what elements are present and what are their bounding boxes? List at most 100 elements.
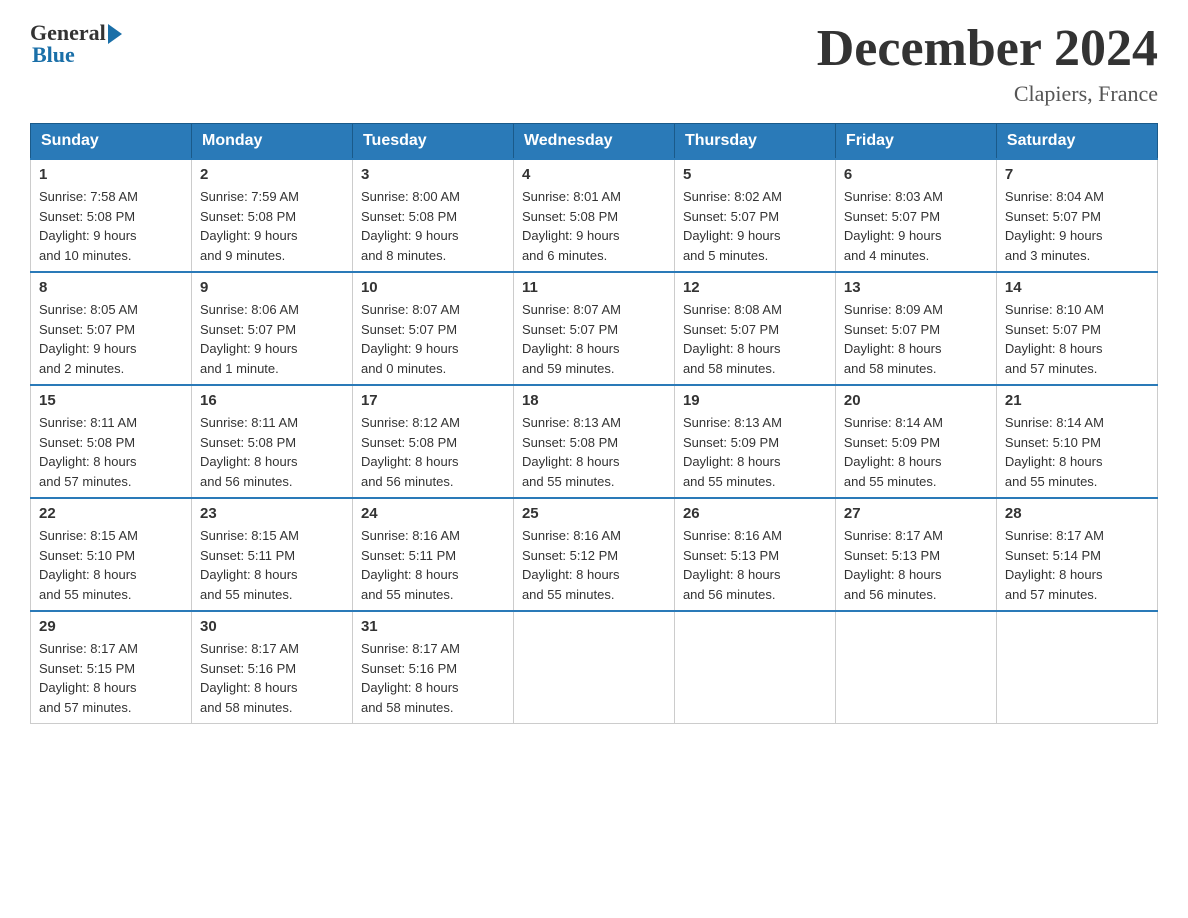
day-info: Sunrise: 8:04 AMSunset: 5:07 PMDaylight:…: [1005, 187, 1149, 265]
table-row: [674, 611, 835, 724]
day-number: 22: [39, 505, 183, 522]
day-info: Sunrise: 8:00 AMSunset: 5:08 PMDaylight:…: [361, 187, 505, 265]
day-number: 12: [683, 279, 827, 296]
calendar-week-row: 8 Sunrise: 8:05 AMSunset: 5:07 PMDaylight…: [31, 272, 1158, 385]
day-info: Sunrise: 8:15 AMSunset: 5:11 PMDaylight:…: [200, 526, 344, 604]
day-info: Sunrise: 8:05 AMSunset: 5:07 PMDaylight:…: [39, 300, 183, 378]
table-row: 24Sunrise: 8:16 AMSunset: 5:11 PMDayligh…: [352, 498, 513, 611]
table-row: 13 Sunrise: 8:09 AMSunset: 5:07 PMDayligh…: [835, 272, 996, 385]
day-info: Sunrise: 8:07 AMSunset: 5:07 PMDaylight:…: [361, 300, 505, 378]
day-number: 9: [200, 279, 344, 296]
day-info: Sunrise: 8:15 AMSunset: 5:10 PMDaylight:…: [39, 526, 183, 604]
table-row: [513, 611, 674, 724]
day-number: 17: [361, 392, 505, 409]
day-info: Sunrise: 8:17 AMSunset: 5:14 PMDaylight:…: [1005, 526, 1149, 604]
header-thursday: Thursday: [674, 124, 835, 160]
table-row: 19Sunrise: 8:13 AMSunset: 5:09 PMDayligh…: [674, 385, 835, 498]
table-row: 23 Sunrise: 8:15 AMSunset: 5:11 PMDayligh…: [191, 498, 352, 611]
title-area: December 2024 Clapiers, France: [817, 20, 1158, 107]
page-header: General Blue December 2024 Clapiers, Fra…: [30, 20, 1158, 107]
table-row: 3 Sunrise: 8:00 AMSunset: 5:08 PMDaylight…: [352, 159, 513, 272]
day-info: Sunrise: 8:14 AMSunset: 5:09 PMDaylight:…: [844, 413, 988, 491]
day-info: Sunrise: 8:11 AMSunset: 5:08 PMDaylight:…: [200, 413, 344, 491]
table-row: 11Sunrise: 8:07 AMSunset: 5:07 PMDayligh…: [513, 272, 674, 385]
table-row: 5 Sunrise: 8:02 AMSunset: 5:07 PMDaylight…: [674, 159, 835, 272]
table-row: [835, 611, 996, 724]
day-number: 4: [522, 166, 666, 183]
table-row: 27Sunrise: 8:17 AMSunset: 5:13 PMDayligh…: [835, 498, 996, 611]
table-row: 10 Sunrise: 8:07 AMSunset: 5:07 PMDayligh…: [352, 272, 513, 385]
table-row: 8 Sunrise: 8:05 AMSunset: 5:07 PMDaylight…: [31, 272, 192, 385]
day-info: Sunrise: 8:10 AMSunset: 5:07 PMDaylight:…: [1005, 300, 1149, 378]
table-row: 25Sunrise: 8:16 AMSunset: 5:12 PMDayligh…: [513, 498, 674, 611]
day-number: 10: [361, 279, 505, 296]
day-number: 3: [361, 166, 505, 183]
table-row: 21 Sunrise: 8:14 AMSunset: 5:10 PMDayligh…: [996, 385, 1157, 498]
day-number: 29: [39, 618, 183, 635]
day-number: 21: [1005, 392, 1149, 409]
day-info: Sunrise: 8:01 AMSunset: 5:08 PMDaylight:…: [522, 187, 666, 265]
day-info: Sunrise: 8:17 AMSunset: 5:15 PMDaylight:…: [39, 639, 183, 717]
day-number: 23: [200, 505, 344, 522]
day-number: 6: [844, 166, 988, 183]
day-number: 5: [683, 166, 827, 183]
day-info: Sunrise: 8:09 AMSunset: 5:07 PMDaylight:…: [844, 300, 988, 378]
logo: General Blue: [30, 20, 122, 68]
day-info: Sunrise: 8:06 AMSunset: 5:07 PMDaylight:…: [200, 300, 344, 378]
day-info: Sunrise: 8:17 AMSunset: 5:16 PMDaylight:…: [361, 639, 505, 717]
day-number: 1: [39, 166, 183, 183]
calendar-table: Sunday Monday Tuesday Wednesday Thursday…: [30, 123, 1158, 724]
calendar-week-row: 29 Sunrise: 8:17 AMSunset: 5:15 PMDayligh…: [31, 611, 1158, 724]
header-friday: Friday: [835, 124, 996, 160]
day-info: Sunrise: 8:16 AMSunset: 5:13 PMDaylight:…: [683, 526, 827, 604]
table-row: 30 Sunrise: 8:17 AMSunset: 5:16 PMDayligh…: [191, 611, 352, 724]
day-number: 26: [683, 505, 827, 522]
table-row: 22 Sunrise: 8:15 AMSunset: 5:10 PMDayligh…: [31, 498, 192, 611]
day-info: Sunrise: 7:58 AMSunset: 5:08 PMDaylight:…: [39, 187, 183, 265]
table-row: 15 Sunrise: 8:11 AMSunset: 5:08 PMDayligh…: [31, 385, 192, 498]
table-row: 6Sunrise: 8:03 AMSunset: 5:07 PMDaylight…: [835, 159, 996, 272]
table-row: 26 Sunrise: 8:16 AMSunset: 5:13 PMDayligh…: [674, 498, 835, 611]
day-info: Sunrise: 8:13 AMSunset: 5:08 PMDaylight:…: [522, 413, 666, 491]
day-info: Sunrise: 8:13 AMSunset: 5:09 PMDaylight:…: [683, 413, 827, 491]
day-number: 28: [1005, 505, 1149, 522]
table-row: 7Sunrise: 8:04 AMSunset: 5:07 PMDaylight…: [996, 159, 1157, 272]
table-row: 1 Sunrise: 7:58 AMSunset: 5:08 PMDaylight…: [31, 159, 192, 272]
header-saturday: Saturday: [996, 124, 1157, 160]
day-number: 30: [200, 618, 344, 635]
calendar-week-row: 15 Sunrise: 8:11 AMSunset: 5:08 PMDayligh…: [31, 385, 1158, 498]
day-number: 15: [39, 392, 183, 409]
day-info: Sunrise: 8:17 AMSunset: 5:16 PMDaylight:…: [200, 639, 344, 717]
table-row: 2Sunrise: 7:59 AMSunset: 5:08 PMDaylight…: [191, 159, 352, 272]
header-wednesday: Wednesday: [513, 124, 674, 160]
day-info: Sunrise: 8:11 AMSunset: 5:08 PMDaylight:…: [39, 413, 183, 491]
day-number: 13: [844, 279, 988, 296]
location-text: Clapiers, France: [817, 81, 1158, 107]
table-row: 29 Sunrise: 8:17 AMSunset: 5:15 PMDayligh…: [31, 611, 192, 724]
day-info: Sunrise: 8:08 AMSunset: 5:07 PMDaylight:…: [683, 300, 827, 378]
day-number: 18: [522, 392, 666, 409]
day-info: Sunrise: 8:16 AMSunset: 5:12 PMDaylight:…: [522, 526, 666, 604]
day-number: 16: [200, 392, 344, 409]
logo-blue-text: Blue: [32, 42, 75, 68]
header-tuesday: Tuesday: [352, 124, 513, 160]
day-number: 14: [1005, 279, 1149, 296]
day-info: Sunrise: 8:12 AMSunset: 5:08 PMDaylight:…: [361, 413, 505, 491]
table-row: 20Sunrise: 8:14 AMSunset: 5:09 PMDayligh…: [835, 385, 996, 498]
day-info: Sunrise: 8:14 AMSunset: 5:10 PMDaylight:…: [1005, 413, 1149, 491]
day-number: 2: [200, 166, 344, 183]
header-monday: Monday: [191, 124, 352, 160]
header-sunday: Sunday: [31, 124, 192, 160]
calendar-week-row: 1 Sunrise: 7:58 AMSunset: 5:08 PMDaylight…: [31, 159, 1158, 272]
day-number: 27: [844, 505, 988, 522]
table-row: 31Sunrise: 8:17 AMSunset: 5:16 PMDayligh…: [352, 611, 513, 724]
table-row: 14 Sunrise: 8:10 AMSunset: 5:07 PMDayligh…: [996, 272, 1157, 385]
day-number: 11: [522, 279, 666, 296]
logo-arrow-icon: [108, 24, 122, 44]
table-row: 16 Sunrise: 8:11 AMSunset: 5:08 PMDayligh…: [191, 385, 352, 498]
table-row: 28 Sunrise: 8:17 AMSunset: 5:14 PMDayligh…: [996, 498, 1157, 611]
day-number: 8: [39, 279, 183, 296]
day-info: Sunrise: 8:16 AMSunset: 5:11 PMDaylight:…: [361, 526, 505, 604]
day-info: Sunrise: 8:02 AMSunset: 5:07 PMDaylight:…: [683, 187, 827, 265]
month-title: December 2024: [817, 20, 1158, 77]
